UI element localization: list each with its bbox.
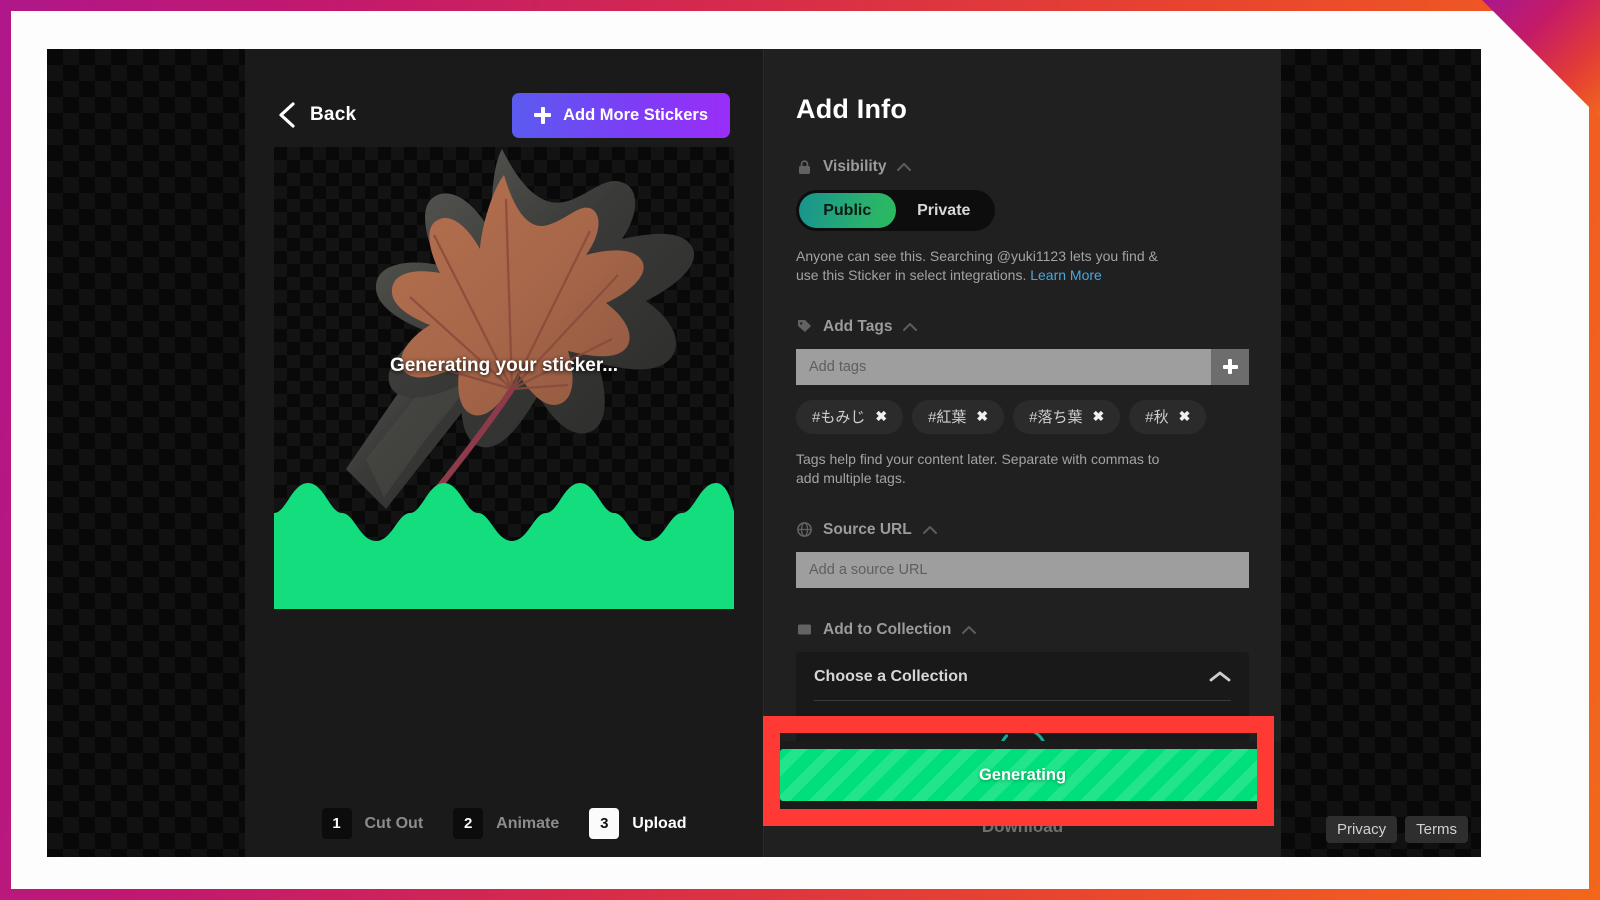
page-title: Add Info [796,94,908,124]
collection-chooser-label: Choose a Collection [814,667,968,685]
collection-chooser-row[interactable]: Choose a Collection [814,668,1231,701]
download-label[interactable]: Download [764,817,1281,837]
visibility-toggle[interactable]: Public Private [796,190,995,231]
add-tag-button[interactable] [1211,348,1249,385]
tag-chip-label: #落ち葉 [1029,409,1083,427]
chevron-up-icon [903,322,918,331]
tag-chip-list: #もみじ ✖ #紅葉 ✖ #落ち葉 ✖ #秋 ✖ [796,399,1249,434]
visibility-section-header[interactable]: Visibility [796,158,1249,176]
tags-input[interactable] [796,348,1211,385]
step-number: 2 [453,808,484,839]
step-label: Upload [632,814,687,832]
collection-icon [798,624,811,635]
tag-chip[interactable]: #秋 ✖ [1129,399,1207,434]
page-background: Back Add More Stickers Generating your s… [47,49,1481,857]
tag-chip-label: #紅葉 [928,409,967,427]
generating-button[interactable]: Generating [780,749,1265,801]
globe-icon [797,522,812,537]
remove-tag-icon[interactable]: ✖ [875,408,887,425]
plus-icon [534,106,552,124]
tag-chip[interactable]: #もみじ ✖ [796,399,904,434]
visibility-option-public[interactable]: Public [799,193,896,228]
visibility-helper-body: Anyone can see this. Searching @yuki1123… [796,248,1158,283]
remove-tag-icon[interactable]: ✖ [976,408,988,425]
visibility-label: Visibility [823,158,887,175]
generating-overlay-text: Generating your sticker... [389,355,619,376]
tag-input-row [796,348,1249,385]
footer-links: Privacy Terms [1325,816,1468,843]
visibility-option-private[interactable]: Private [896,193,993,228]
step-indicator: 1 Cut Out 2 Animate 3 Upload [245,808,763,839]
step-label: Animate [496,814,560,832]
info-pane: Add Info Visibility Public Private Anyon… [764,49,1281,857]
tags-section-header[interactable]: Add Tags [796,318,1249,336]
chevron-left-icon [279,102,295,128]
step-item-cut-out[interactable]: 1 Cut Out [321,808,424,839]
learn-more-link[interactable]: Learn More [1030,267,1102,283]
app-panel: Back Add More Stickers Generating your s… [245,49,1281,857]
progress-wave-fill [274,483,734,609]
tag-chip[interactable]: #落ち葉 ✖ [1013,399,1121,434]
chevron-up-icon[interactable] [1209,670,1231,683]
source-url-input[interactable] [796,551,1249,588]
screenshot-root: Back Add More Stickers Generating your s… [0,0,1600,900]
source-url-section-header[interactable]: Source URL [796,521,1249,539]
step-label: Cut Out [364,814,424,832]
tag-chip-label: #秋 [1145,409,1169,427]
tag-chip-label: #もみじ [812,409,866,427]
back-button[interactable]: Back [278,102,356,128]
tags-helper-text: Tags help find your content later. Separ… [796,450,1160,486]
add-more-stickers-button[interactable]: Add More Stickers [512,92,730,138]
lock-icon [799,159,810,174]
collection-section-header[interactable]: Add to Collection [796,621,1249,639]
step-item-animate[interactable]: 2 Animate [453,808,559,839]
sticker-canvas[interactable]: Generating your sticker... [274,147,734,609]
primary-action-bar: Generating [764,741,1281,809]
tag-icon [798,320,811,333]
visibility-helper-text: Anyone can see this. Searching @yuki1123… [796,247,1181,285]
source-url-label: Source URL [823,520,912,538]
remove-tag-icon[interactable]: ✖ [1179,408,1191,425]
step-number: 3 [589,808,620,839]
chevron-up-icon [922,525,937,534]
plus-icon [1222,359,1238,375]
remove-tag-icon[interactable]: ✖ [1093,408,1105,425]
editor-toolbar: Back Add More Stickers [245,87,763,143]
privacy-link[interactable]: Privacy [1325,816,1398,843]
editor-pane: Back Add More Stickers Generating your s… [245,49,764,857]
tags-label: Add Tags [823,317,893,335]
back-button-label: Back [310,104,357,125]
terms-link[interactable]: Terms [1405,816,1468,843]
tag-chip[interactable]: #紅葉 ✖ [912,399,1005,434]
chevron-up-icon [962,625,977,634]
add-more-stickers-label: Add More Stickers [563,105,708,124]
collection-label: Add to Collection [823,620,952,638]
step-number: 1 [321,808,352,839]
chevron-up-icon [897,163,912,171]
step-item-upload[interactable]: 3 Upload [589,808,687,839]
